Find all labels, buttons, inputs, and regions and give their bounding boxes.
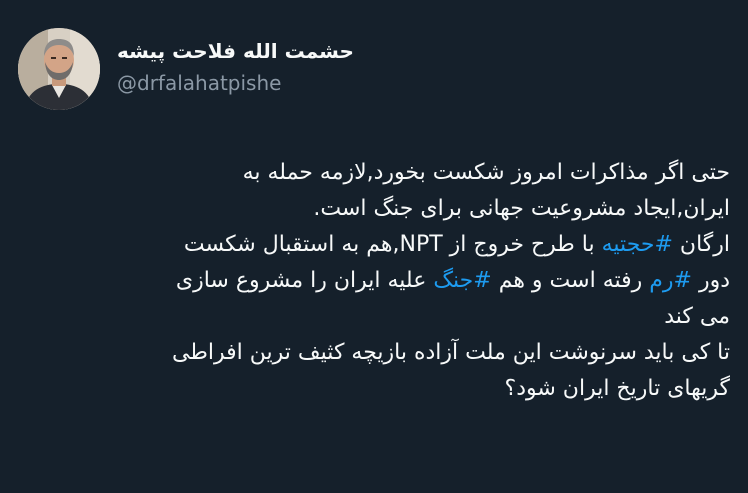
tweet-text-segment: ارگان bbox=[672, 232, 730, 257]
author-handle[interactable]: @drfalahatpishe bbox=[117, 70, 354, 96]
hashtag-ram-link[interactable]: #رم bbox=[649, 268, 692, 293]
tweet-line-3: ارگان #حجتیه با طرح خروج از NPT,هم به اس… bbox=[20, 227, 730, 263]
tweet-text: حتی اگر مذاکرات امروز شکست بخورد,لازمه ح… bbox=[20, 155, 730, 407]
tweet-text-segment: با طرح خروج از NPT,هم به استقبال شکست bbox=[183, 232, 602, 257]
avatar[interactable] bbox=[18, 28, 100, 110]
author-block: حشمت الله فلاحت پیشه @drfalahatpishe bbox=[117, 38, 354, 96]
tweet-text-segment: رفته است و هم bbox=[491, 268, 650, 293]
author-display-name[interactable]: حشمت الله فلاحت پیشه bbox=[117, 38, 354, 64]
avatar-photo bbox=[18, 28, 100, 110]
tweet-text-segment: دور bbox=[691, 268, 730, 293]
tweet-line-4: دور #رم رفته است و هم #جنگ علیه ایران را… bbox=[20, 263, 730, 299]
tweet-line-2: ایران,ایجاد مشروعیت جهانی برای جنگ است. bbox=[313, 196, 730, 221]
tweet-text-segment: علیه ایران را مشروع سازی bbox=[175, 268, 434, 293]
hashtag-jang-link[interactable]: #جنگ bbox=[433, 268, 491, 293]
tweet-line-1: حتی اگر مذاکرات امروز شکست بخورد,لازمه ح… bbox=[242, 160, 730, 185]
tweet-line-7: گریهای تاریخ ایران شود؟ bbox=[504, 376, 730, 401]
hashtag-hojatieh-link[interactable]: #حجتیه bbox=[602, 232, 673, 257]
tweet-card: حشمت الله فلاحت پیشه @drfalahatpishe حتی… bbox=[0, 0, 748, 493]
tweet-line-5: می کند bbox=[664, 304, 730, 329]
tweet-line-6: تا کی باید سرنوشت این ملت آزاده بازیچه ک… bbox=[172, 340, 730, 365]
